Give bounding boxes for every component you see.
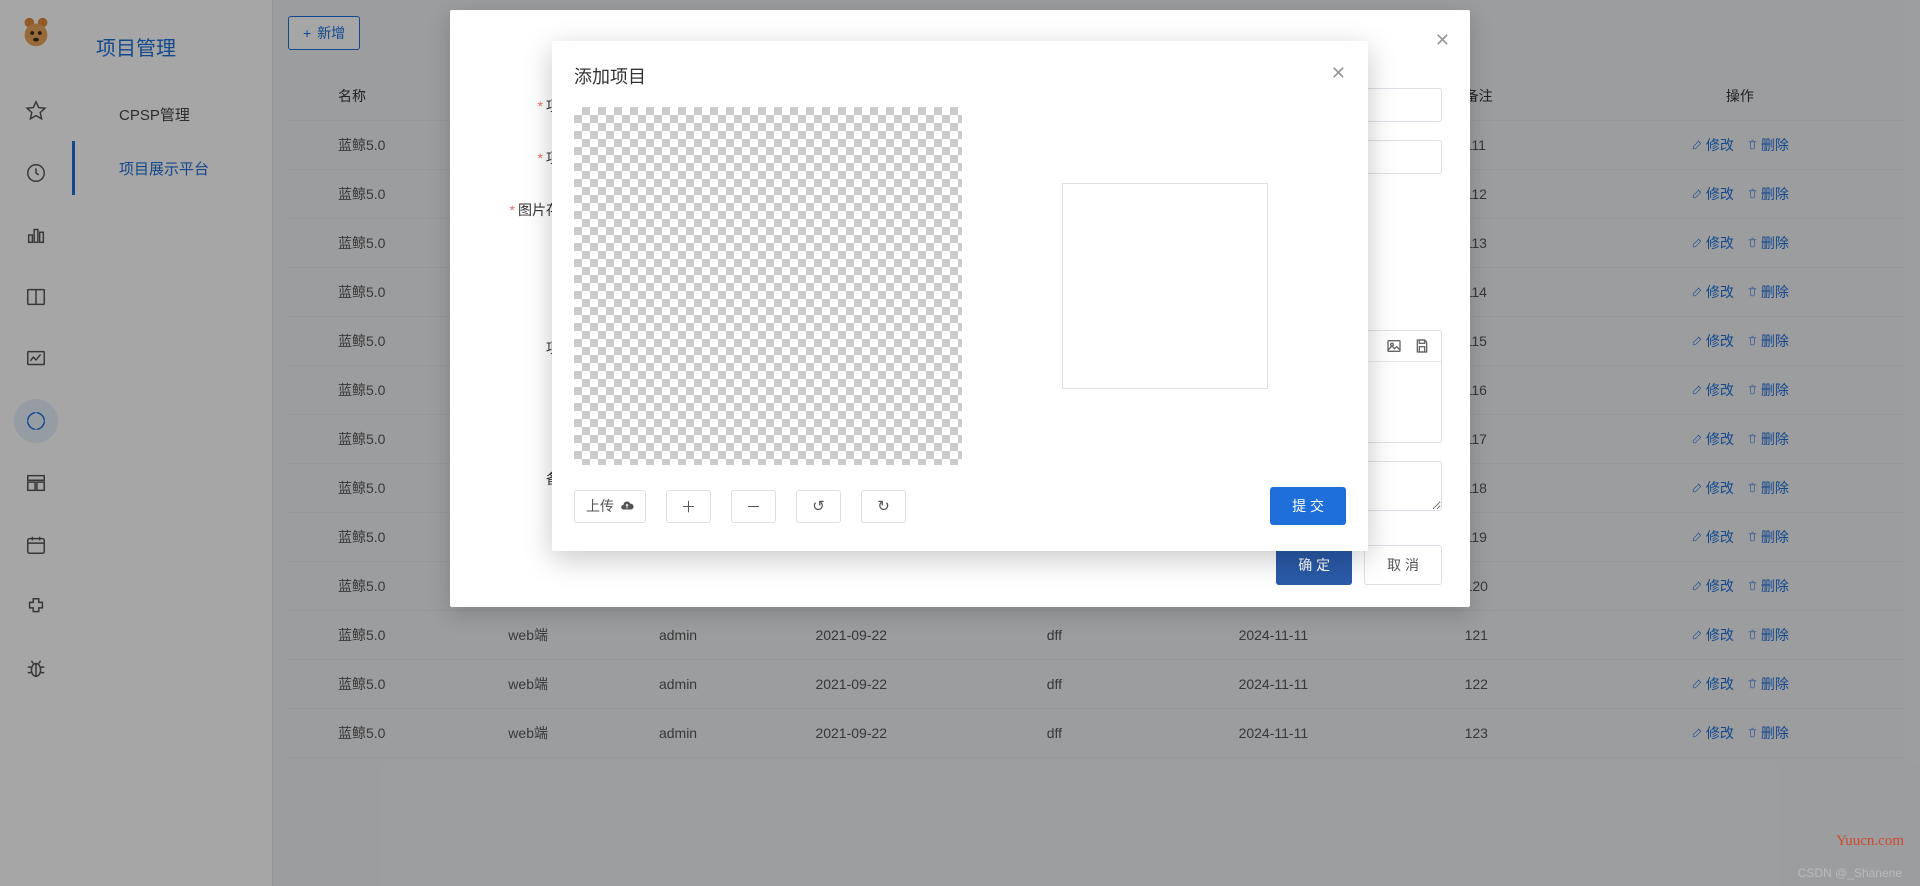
cancel-button[interactable]: 取 消 xyxy=(1364,545,1442,585)
csdn-credit: CSDN @_Shanene xyxy=(1798,866,1902,880)
close-icon[interactable]: ✕ xyxy=(1435,30,1450,51)
rotate-left-button[interactable]: ↺ xyxy=(796,490,841,523)
ok-button[interactable]: 确 定 xyxy=(1276,545,1352,585)
watermark: Yuucn.com xyxy=(1836,833,1904,850)
submit-button[interactable]: 提 交 xyxy=(1270,487,1346,525)
zoom-out-button[interactable]: － xyxy=(731,490,776,523)
zoom-in-button[interactable]: ＋ xyxy=(666,490,711,523)
rotate-right-button[interactable]: ↻ xyxy=(861,490,906,523)
crop-preview xyxy=(1062,183,1268,389)
upload-button[interactable]: 上传 xyxy=(574,490,646,523)
cropper-title: 添加项目 xyxy=(574,63,1346,89)
modal-mask: ✕ *项目 *项目 *图片存储 项目 备注 确 定 取 消 xyxy=(0,0,1920,886)
image-icon[interactable] xyxy=(1385,337,1403,355)
close-icon[interactable]: ✕ xyxy=(1331,63,1346,84)
save-icon[interactable] xyxy=(1413,337,1431,355)
cropper-dialog: 添加项目 ✕ 上传 ＋ － ↺ ↻ 提 交 xyxy=(552,41,1368,551)
crop-canvas[interactable] xyxy=(574,107,962,465)
